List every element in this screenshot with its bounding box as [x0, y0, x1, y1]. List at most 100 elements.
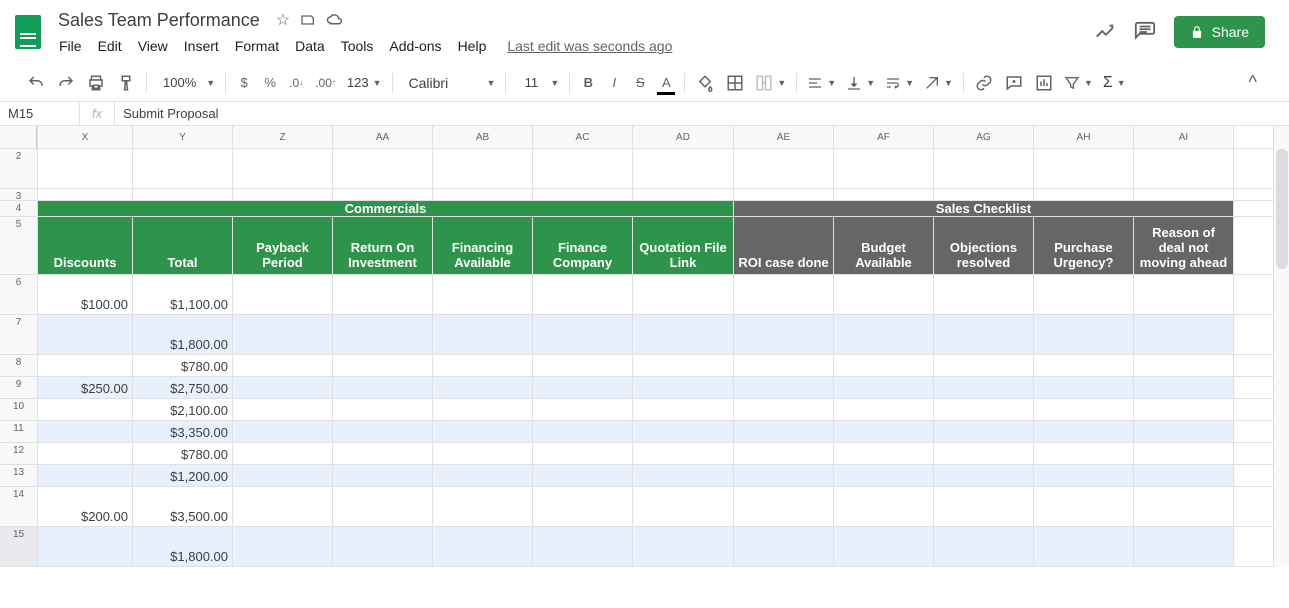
- cell[interactable]: [1034, 527, 1134, 566]
- cell[interactable]: $2,100.00: [133, 399, 233, 420]
- column-header[interactable]: Y: [133, 126, 233, 148]
- vertical-scrollbar[interactable]: [1273, 126, 1289, 567]
- cell[interactable]: [734, 149, 834, 188]
- row-header[interactable]: 10: [0, 399, 37, 421]
- cell[interactable]: [934, 377, 1034, 398]
- merge-button[interactable]: ▼: [751, 72, 790, 94]
- cell[interactable]: [934, 443, 1034, 464]
- cell[interactable]: [38, 315, 133, 354]
- cell[interactable]: [834, 527, 934, 566]
- more-formats-select[interactable]: 123▼: [343, 73, 386, 92]
- row-header[interactable]: 9: [0, 377, 37, 399]
- italic-button[interactable]: I: [602, 70, 626, 96]
- cell[interactable]: [1034, 399, 1134, 420]
- valign-button[interactable]: ▼: [842, 73, 879, 93]
- bold-button[interactable]: B: [576, 70, 600, 96]
- cell[interactable]: [533, 149, 633, 188]
- cell[interactable]: [834, 377, 934, 398]
- cell[interactable]: [633, 315, 734, 354]
- zoom-select[interactable]: 100%▼: [153, 73, 219, 92]
- currency-button[interactable]: $: [232, 70, 256, 96]
- cell[interactable]: [333, 465, 433, 486]
- cell[interactable]: $3,350.00: [133, 421, 233, 442]
- strike-button[interactable]: S: [628, 70, 652, 96]
- cell[interactable]: [333, 315, 433, 354]
- row-header[interactable]: 8: [0, 355, 37, 377]
- cell[interactable]: [633, 149, 734, 188]
- font-select[interactable]: Calibri▼: [399, 73, 500, 93]
- cell[interactable]: [734, 487, 834, 526]
- cell[interactable]: [1034, 487, 1134, 526]
- cell[interactable]: [333, 189, 433, 200]
- cell[interactable]: [934, 399, 1034, 420]
- cell[interactable]: [433, 421, 533, 442]
- cell[interactable]: [533, 275, 633, 314]
- cell[interactable]: [233, 149, 333, 188]
- cell[interactable]: Quotation File Link: [633, 217, 734, 274]
- cell[interactable]: [1034, 315, 1134, 354]
- cell[interactable]: [333, 149, 433, 188]
- cell[interactable]: [1034, 355, 1134, 376]
- cell[interactable]: [433, 189, 533, 200]
- increase-decimal-button[interactable]: .00↑: [310, 70, 341, 96]
- cell[interactable]: [1034, 421, 1134, 442]
- cell[interactable]: [533, 443, 633, 464]
- redo-button[interactable]: [52, 70, 80, 96]
- menu-data[interactable]: Data: [288, 34, 332, 58]
- cell[interactable]: $250.00: [38, 377, 133, 398]
- cell[interactable]: [934, 421, 1034, 442]
- row-header[interactable]: 12: [0, 443, 37, 465]
- cell[interactable]: Return On Investment: [333, 217, 433, 274]
- cell[interactable]: [834, 189, 934, 200]
- column-header[interactable]: AE: [734, 126, 834, 148]
- column-header[interactable]: AA: [333, 126, 433, 148]
- cell[interactable]: $780.00: [133, 355, 233, 376]
- cell[interactable]: Purchase Urgency?: [1034, 217, 1134, 274]
- row-header[interactable]: 6: [0, 275, 37, 315]
- cell[interactable]: [1134, 355, 1234, 376]
- cell[interactable]: [934, 315, 1034, 354]
- name-box[interactable]: M15: [0, 102, 80, 125]
- row-header[interactable]: 15: [0, 527, 37, 567]
- cell[interactable]: [1134, 315, 1234, 354]
- cell[interactable]: [133, 189, 233, 200]
- cell[interactable]: [934, 465, 1034, 486]
- cell[interactable]: [834, 443, 934, 464]
- cloud-icon[interactable]: [326, 11, 344, 29]
- row-header[interactable]: 14: [0, 487, 37, 527]
- menu-tools[interactable]: Tools: [334, 34, 381, 58]
- cell[interactable]: [433, 399, 533, 420]
- menu-insert[interactable]: Insert: [177, 34, 226, 58]
- trend-icon[interactable]: [1094, 21, 1116, 43]
- collapse-toolbar-icon[interactable]: ^: [1249, 72, 1267, 93]
- cell[interactable]: [734, 527, 834, 566]
- cell[interactable]: $1,800.00: [133, 315, 233, 354]
- cell[interactable]: [734, 377, 834, 398]
- comment-button[interactable]: [1000, 70, 1028, 96]
- rotate-button[interactable]: ▼: [920, 73, 957, 93]
- cell[interactable]: Sales Checklist: [734, 201, 1234, 216]
- last-edit-link[interactable]: Last edit was seconds ago: [507, 38, 672, 54]
- cell[interactable]: [1034, 377, 1134, 398]
- cell[interactable]: [533, 465, 633, 486]
- undo-button[interactable]: [22, 70, 50, 96]
- document-title[interactable]: Sales Team Performance: [52, 8, 266, 33]
- cell[interactable]: [934, 527, 1034, 566]
- cell[interactable]: [1134, 399, 1234, 420]
- cell[interactable]: [633, 465, 734, 486]
- share-button[interactable]: Share: [1174, 16, 1265, 48]
- cell[interactable]: [533, 377, 633, 398]
- cell[interactable]: [333, 355, 433, 376]
- cell[interactable]: [834, 399, 934, 420]
- cell[interactable]: [734, 315, 834, 354]
- cell[interactable]: [834, 149, 934, 188]
- cell[interactable]: [233, 465, 333, 486]
- cell[interactable]: Financing Available: [433, 217, 533, 274]
- fontsize-select[interactable]: 11▼: [512, 73, 563, 92]
- cell[interactable]: [38, 465, 133, 486]
- cell[interactable]: Objections resolved: [934, 217, 1034, 274]
- menu-format[interactable]: Format: [228, 34, 286, 58]
- cell[interactable]: [433, 315, 533, 354]
- cell[interactable]: [433, 355, 533, 376]
- cell[interactable]: [533, 315, 633, 354]
